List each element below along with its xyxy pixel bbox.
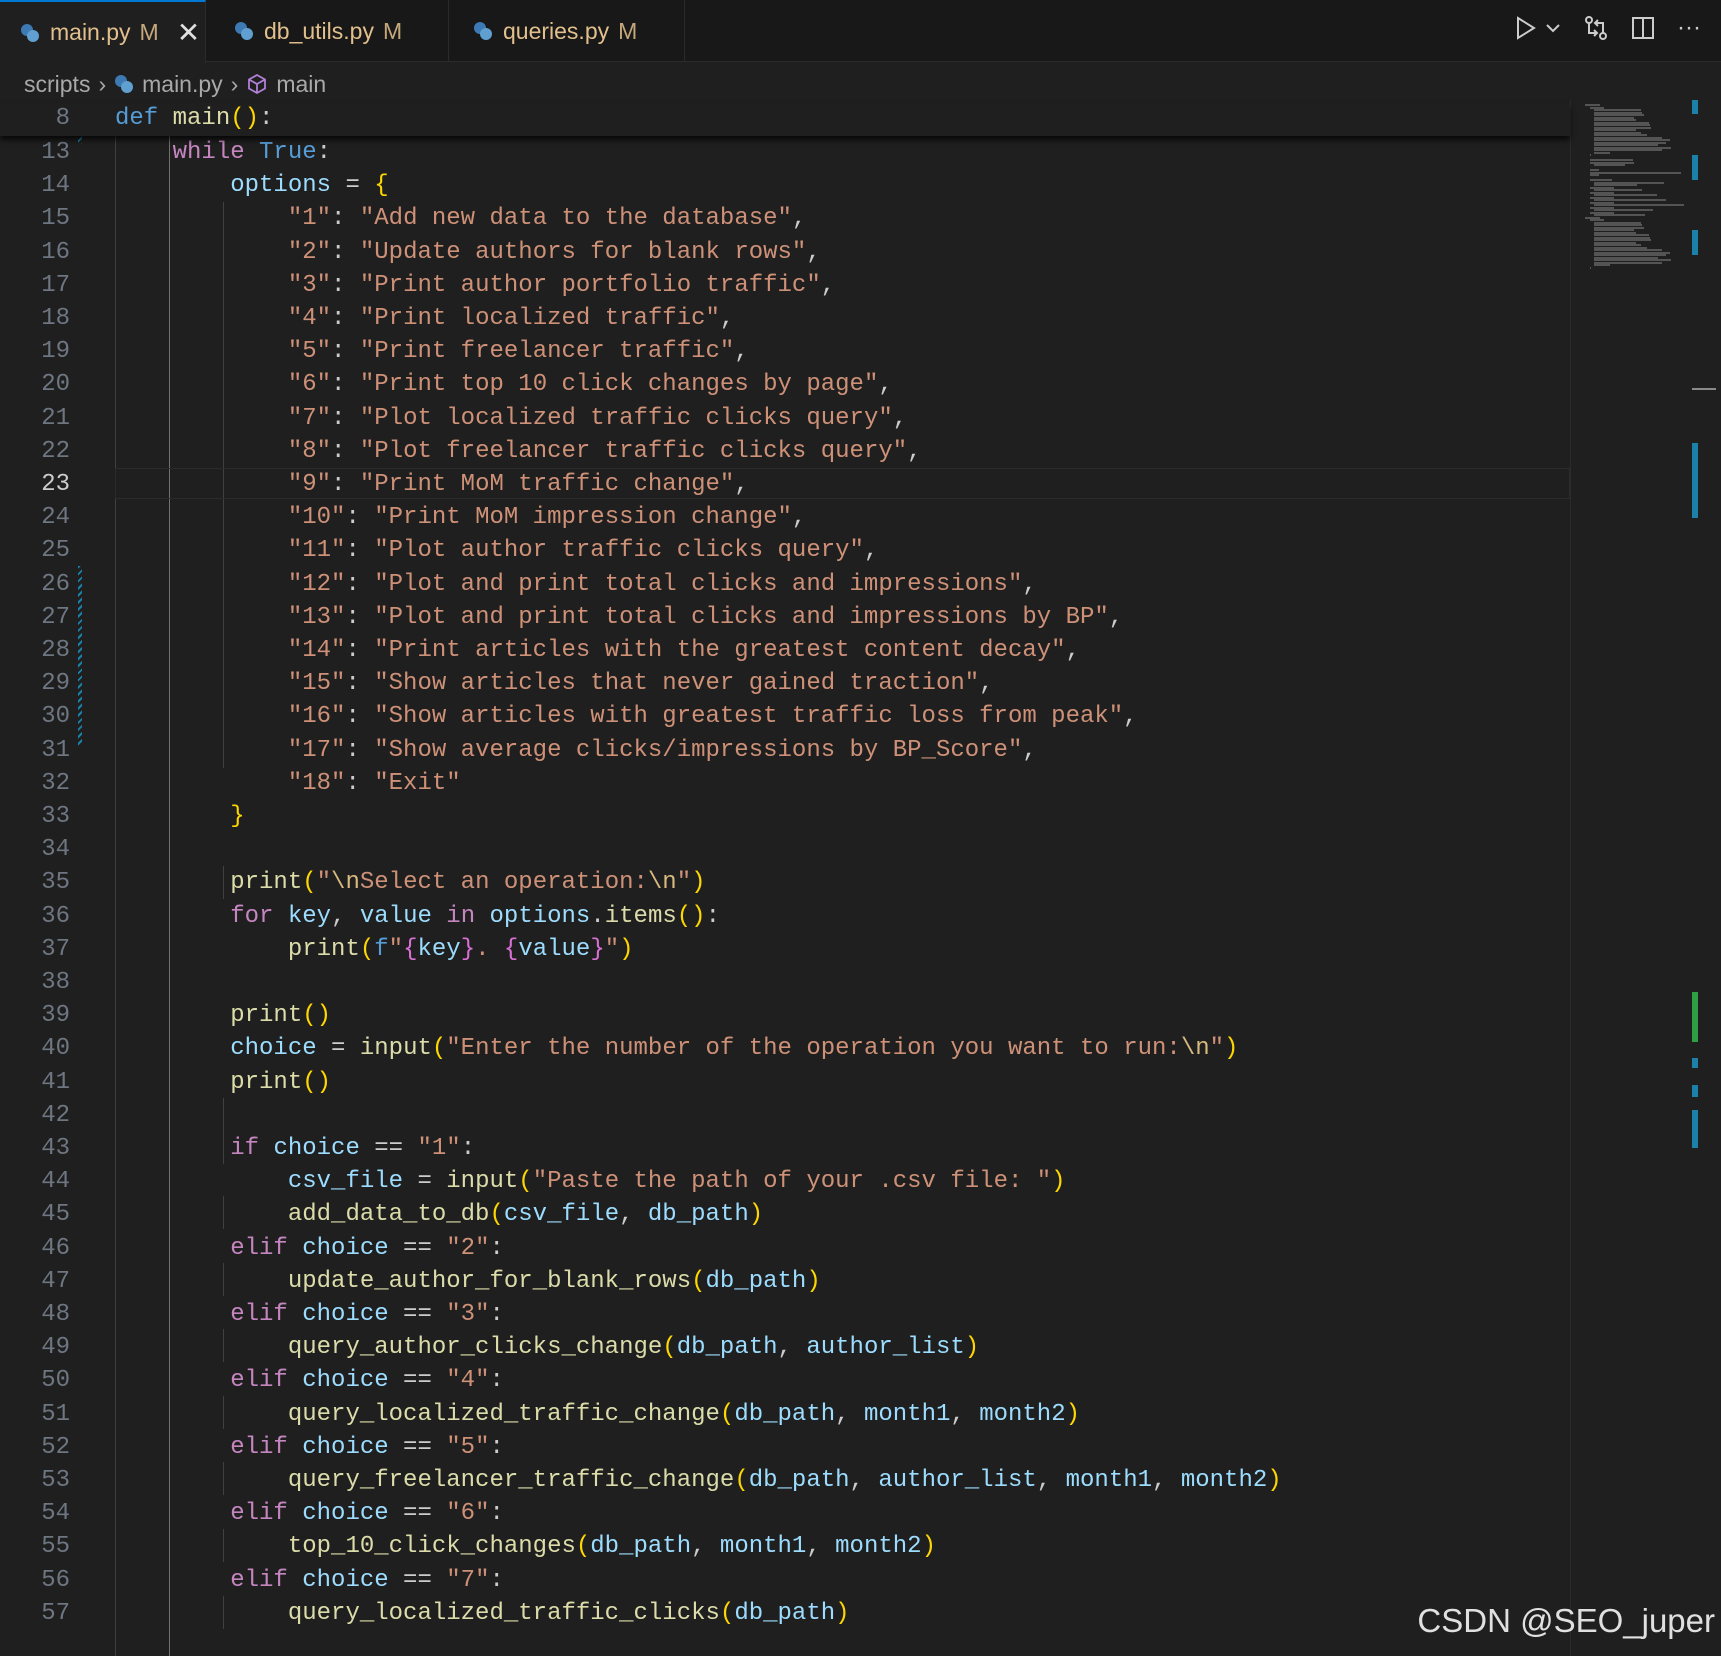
scroll-change-marker bbox=[1692, 1085, 1698, 1097]
tab-label: db_utils.py bbox=[264, 17, 374, 44]
code-line: 33 } bbox=[41, 803, 245, 830]
code-line: 38 bbox=[41, 969, 70, 996]
minimap-row bbox=[1589, 171, 1681, 174]
code-line: 17 "3": "Print author portfolio traffic"… bbox=[41, 271, 836, 299]
code-line: 30 "16": "Show articles with greatest tr… bbox=[41, 703, 1138, 731]
code-line: 42 bbox=[41, 1101, 70, 1129]
code-line: 31 "17": "Show average clicks/impression… bbox=[41, 736, 1037, 764]
code-line: 29 "15": "Show articles that never gaine… bbox=[41, 670, 994, 698]
code-line: 53 query_freelancer_traffic_change(db_pa… bbox=[41, 1467, 1282, 1494]
sticky-scroll-header[interactable]: 8 def main(): bbox=[0, 103, 1570, 136]
code-line: 40 choice = input("Enter the number of t… bbox=[41, 1035, 1239, 1063]
code-line: 52 elif choice == "5": bbox=[41, 1433, 504, 1461]
chevron-right-icon: › bbox=[230, 70, 239, 97]
tab-db-utils-py[interactable]: db_utils.py M bbox=[206, 0, 449, 62]
code-line: 39 print() bbox=[41, 1002, 332, 1030]
vertical-scrollbar[interactable] bbox=[1692, 100, 1721, 1656]
code-line: 34 bbox=[41, 836, 70, 864]
code-line: 32 "18": "Exit" bbox=[41, 769, 461, 797]
code-line: 55 top_10_click_changes(db_path, month1,… bbox=[41, 1533, 936, 1561]
code-line: 37 print(f"{key}. {value}") bbox=[41, 935, 634, 963]
code-line: 27 "13": "Plot and print total clicks an… bbox=[41, 603, 1124, 631]
editor-actions: ··· bbox=[1515, 14, 1701, 42]
sticky-code: def main(): bbox=[115, 105, 274, 132]
code-line: 43 if choice == "1": bbox=[41, 1135, 476, 1162]
scroll-position-indicator bbox=[1692, 388, 1716, 390]
code-line: 50 elif choice == "4": bbox=[41, 1367, 504, 1395]
method-icon bbox=[248, 73, 267, 95]
code-line: 45 add_data_to_db(csv_file, db_path) bbox=[41, 1201, 764, 1229]
minimap-row bbox=[1594, 214, 1645, 216]
code-line: 44 csv_file = input("Paste the path of y… bbox=[41, 1168, 1066, 1196]
code-line: 15 "1": "Add new data to the database", bbox=[41, 205, 807, 233]
scroll-change-marker bbox=[1692, 992, 1698, 1042]
code-line: 26 "12": "Plot and print total clicks an… bbox=[41, 570, 1037, 598]
breadcrumb-symbol[interactable]: main bbox=[246, 71, 326, 98]
chevron-right-icon: › bbox=[98, 70, 107, 97]
code-line: 46 elif choice == "2": bbox=[41, 1234, 504, 1262]
code-line: 51 query_localized_traffic_change(db_pat… bbox=[41, 1400, 1081, 1428]
line-number: 8 bbox=[55, 105, 70, 132]
split-editor-icon[interactable] bbox=[1631, 16, 1655, 40]
tab-main-py[interactable]: main.py M ✕ bbox=[0, 0, 206, 63]
code-line: 36 for key, value in options.items(): bbox=[41, 902, 720, 930]
code-line: 48 elif choice == "3": bbox=[41, 1301, 504, 1328]
close-icon[interactable]: ✕ bbox=[177, 16, 200, 49]
python-file-icon bbox=[21, 23, 39, 42]
minimap-row bbox=[1589, 154, 1592, 156]
code-line: 21 "7": "Plot localized traffic clicks q… bbox=[41, 404, 908, 432]
code-line: 54 elif choice == "6": bbox=[41, 1500, 504, 1528]
python-file-icon bbox=[115, 75, 134, 93]
code-line: 14 options = { bbox=[41, 172, 389, 200]
scroll-change-marker bbox=[1692, 1058, 1698, 1068]
minimap-row bbox=[1594, 264, 1610, 266]
tab-queries-py[interactable]: queries.py M bbox=[449, 0, 685, 62]
scroll-change-marker bbox=[1692, 155, 1698, 180]
code-line: 35 print("\nSelect an operation:\n") bbox=[41, 869, 706, 897]
compare-changes-icon[interactable] bbox=[1583, 15, 1609, 41]
scroll-change-marker bbox=[1692, 443, 1698, 518]
python-file-icon bbox=[474, 22, 492, 40]
scroll-change-marker bbox=[1692, 1110, 1698, 1148]
scroll-change-marker bbox=[1692, 100, 1698, 114]
code-line: 25 "11": "Plot author traffic clicks que… bbox=[41, 537, 879, 565]
tab-bar: main.py M ✕ db_utils.py M queries.py M ·… bbox=[0, 0, 1721, 63]
run-icon[interactable] bbox=[1515, 16, 1537, 40]
chevron-down-icon[interactable] bbox=[1545, 22, 1561, 34]
code-line: 13 while True: bbox=[41, 139, 332, 166]
code-line: 20 "6": "Print top 10 click changes by p… bbox=[41, 371, 893, 399]
code-line: 57 query_localized_traffic_clicks(db_pat… bbox=[41, 1599, 850, 1627]
python-file-icon bbox=[235, 22, 253, 40]
code-line: 19 "5": "Print freelancer traffic", bbox=[41, 338, 749, 366]
code-editor[interactable]: 13 while True: 14 options = { 15 "1": "A… bbox=[0, 136, 1570, 1656]
code-line: 56 elif choice == "7": bbox=[41, 1566, 504, 1594]
code-line: 16 "2": "Update authors for blank rows", bbox=[41, 238, 821, 266]
minimap-row bbox=[1589, 174, 1599, 176]
tab-label: main.py bbox=[50, 19, 131, 45]
breadcrumb-file[interactable]: main.py bbox=[114, 71, 223, 98]
code-line-current: 23 "9": "Print MoM traffic change", bbox=[0, 468, 1570, 501]
scroll-change-marker bbox=[1692, 230, 1698, 255]
code-line: 47 update_author_for_blank_rows(db_path) bbox=[41, 1267, 821, 1295]
code-line: 41 print() bbox=[41, 1068, 332, 1096]
breadcrumb: scripts › main.py › main bbox=[0, 62, 1721, 106]
code-line: 18 "4": "Print localized traffic", bbox=[41, 305, 735, 332]
code-line: 49 query_author_clicks_change(db_path, a… bbox=[41, 1334, 980, 1362]
code-line: 24 "10": "Print MoM impression change", bbox=[41, 504, 807, 532]
breadcrumb-folder[interactable]: scripts bbox=[24, 71, 90, 98]
minimap[interactable] bbox=[1570, 100, 1690, 1656]
watermark: CSDN @SEO_juper bbox=[1417, 1602, 1715, 1639]
tab-label: queries.py bbox=[503, 17, 610, 44]
minimap-row bbox=[1594, 151, 1610, 154]
code-line: 28 "14": "Print articles with the greate… bbox=[41, 637, 1080, 664]
modified-badge: M bbox=[139, 19, 159, 45]
modified-badge: M bbox=[618, 17, 638, 44]
code-line: 22 "8": "Plot freelancer traffic clicks … bbox=[41, 437, 922, 465]
minimap-row bbox=[1594, 164, 1626, 166]
modified-badge: M bbox=[382, 17, 403, 44]
more-actions-icon[interactable]: ··· bbox=[1677, 14, 1701, 42]
minimap-row bbox=[1589, 266, 1592, 269]
